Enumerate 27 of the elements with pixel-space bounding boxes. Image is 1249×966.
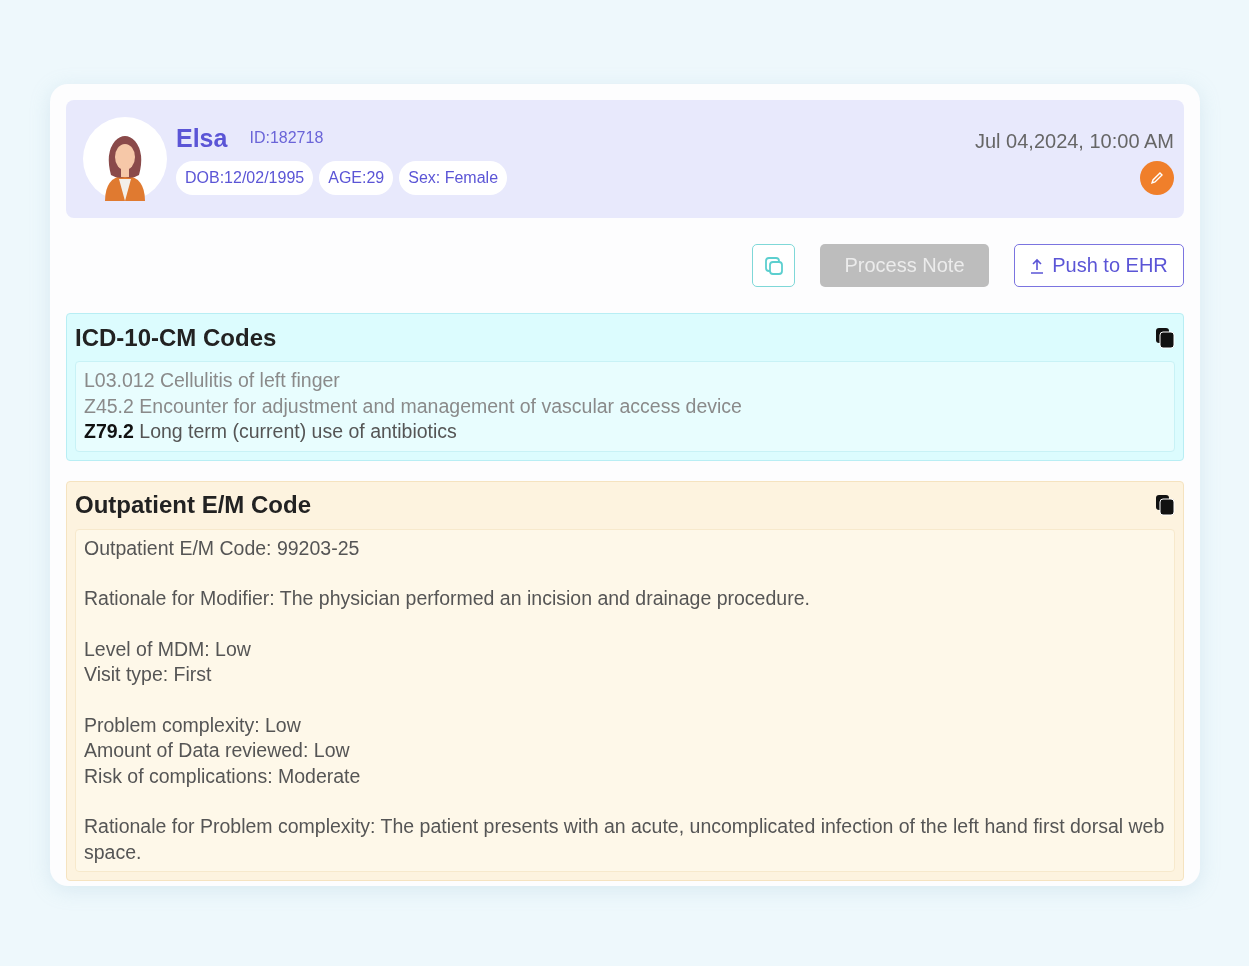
copy-icon (1155, 494, 1175, 516)
info-chip: Sex: Female (399, 160, 508, 195)
pencil-icon (1149, 170, 1165, 186)
text-line: Outpatient E/M Code: 99203-25 (84, 535, 361, 561)
text-line: Visit type: First (84, 662, 213, 687)
visit-datetime: Jul 04,2024, 10:00 AM (974, 130, 1174, 153)
patient-id: ID:182718 (249, 129, 324, 147)
text-line: Z45.2 Encounter for adjustment and management of vascular access device (84, 393, 743, 419)
copy-button[interactable] (1155, 326, 1175, 349)
upload-icon (1030, 257, 1045, 274)
section-title: Outpatient E/M Code (75, 491, 311, 519)
copy-icon (1155, 326, 1175, 349)
text-line: Risk of complications: Moderate (84, 763, 362, 789)
text-line: L03.012 Cellulitis of left finger (84, 368, 341, 393)
info-chip: AGE:29 (319, 160, 394, 195)
push-to-ehr-button[interactable]: Push to EHR (1014, 244, 1184, 287)
section-title: ICD-10-CM Codes (75, 323, 277, 352)
avatar-icon (83, 117, 167, 201)
text-line: Amount of Data reviewed: Low (84, 738, 351, 763)
text-line: Rationale for Problem complexity: The patient presents with an acute, uncomplicated infection of the left hand first dorsal web space. (84, 814, 1166, 865)
text-line: Rationale for Modifier: The physician performed an incision and drainage procedure. (84, 586, 811, 611)
text-line: Problem complexity: Low (84, 712, 302, 738)
text-line: Level of MDM: Low (84, 636, 252, 662)
copy-button[interactable] (1155, 494, 1175, 516)
info-chip: DOB:12/02/1995 (176, 160, 314, 195)
text-line: Z79.2 Long term (current) use of antibiotics (84, 419, 458, 444)
patient-name: Elsa (176, 123, 228, 153)
